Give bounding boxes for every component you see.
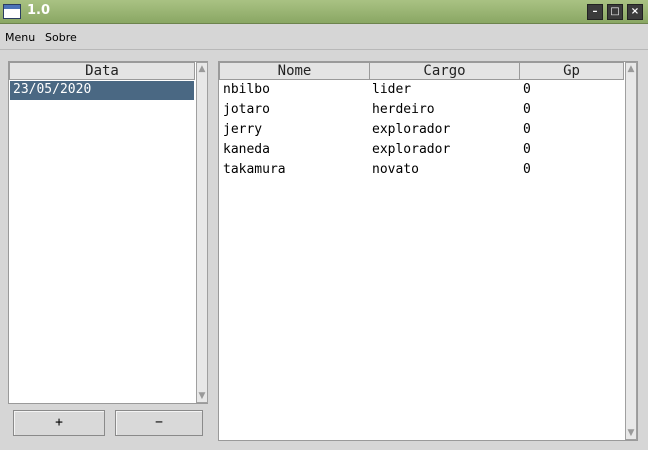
cell-cargo: explorador — [372, 122, 451, 137]
list-item-date: 23/05/2020 — [13, 82, 92, 97]
table-row[interactable]: nbilbo lider 0 — [219, 82, 624, 102]
maximize-button[interactable]: □ — [607, 4, 623, 20]
add-button[interactable]: + — [13, 410, 105, 436]
remove-button[interactable]: − — [115, 410, 203, 436]
cell-cargo: explorador — [372, 142, 451, 157]
cell-cargo: novato — [372, 162, 419, 177]
cell-gp: 0 — [523, 102, 531, 117]
table-row[interactable]: jerry explorador 0 — [219, 122, 624, 142]
cell-nome: jerry — [223, 122, 263, 137]
window-title: 1.0 — [27, 3, 51, 18]
members-table[interactable]: Nome Cargo Gp nbilbo lider 0 jotaro herd… — [218, 61, 638, 441]
cell-nome: nbilbo — [223, 82, 270, 97]
scroll-up-icon[interactable]: ▲ — [197, 63, 207, 75]
table-row[interactable]: takamura novato 0 — [219, 162, 624, 182]
scroll-up-icon[interactable]: ▲ — [626, 63, 636, 75]
column-header-gp[interactable]: Gp — [519, 62, 624, 80]
menu-item-sobre[interactable]: Sobre — [45, 31, 77, 44]
cell-gp: 0 — [523, 122, 531, 137]
cell-cargo: herdeiro — [372, 102, 435, 117]
cell-gp: 0 — [523, 82, 531, 97]
dates-scrollbar[interactable]: ▲ ▼ — [196, 62, 208, 403]
table-row[interactable]: kaneda explorador 0 — [219, 142, 624, 162]
column-header-cargo[interactable]: Cargo — [369, 62, 520, 80]
cell-nome: kaneda — [223, 142, 270, 157]
scroll-down-icon[interactable]: ▼ — [197, 390, 207, 402]
list-item-selected[interactable]: 23/05/2020 — [10, 81, 194, 100]
column-header-data[interactable]: Data — [9, 62, 195, 80]
column-header-nome[interactable]: Nome — [219, 62, 370, 80]
maximize-icon: □ — [610, 6, 620, 17]
menu-item-menu[interactable]: Menu — [5, 31, 35, 44]
close-icon: × — [630, 6, 640, 17]
minimize-icon: – — [592, 6, 598, 17]
cell-nome: takamura — [223, 162, 286, 177]
scroll-down-icon[interactable]: ▼ — [626, 427, 636, 439]
cell-cargo: lider — [372, 82, 412, 97]
cell-nome: jotaro — [223, 102, 270, 117]
app-window-icon — [3, 4, 21, 19]
title-bar: 1.0 – □ × — [0, 0, 648, 24]
dates-list[interactable]: Data 23/05/2020 ▲ ▼ — [8, 61, 208, 404]
menu-bar: Menu Sobre — [0, 25, 648, 50]
table-row[interactable]: jotaro herdeiro 0 — [219, 102, 624, 122]
cell-gp: 0 — [523, 162, 531, 177]
minimize-button[interactable]: – — [587, 4, 603, 20]
table-scrollbar[interactable]: ▲ ▼ — [625, 62, 637, 440]
close-button[interactable]: × — [627, 4, 643, 20]
cell-gp: 0 — [523, 142, 531, 157]
